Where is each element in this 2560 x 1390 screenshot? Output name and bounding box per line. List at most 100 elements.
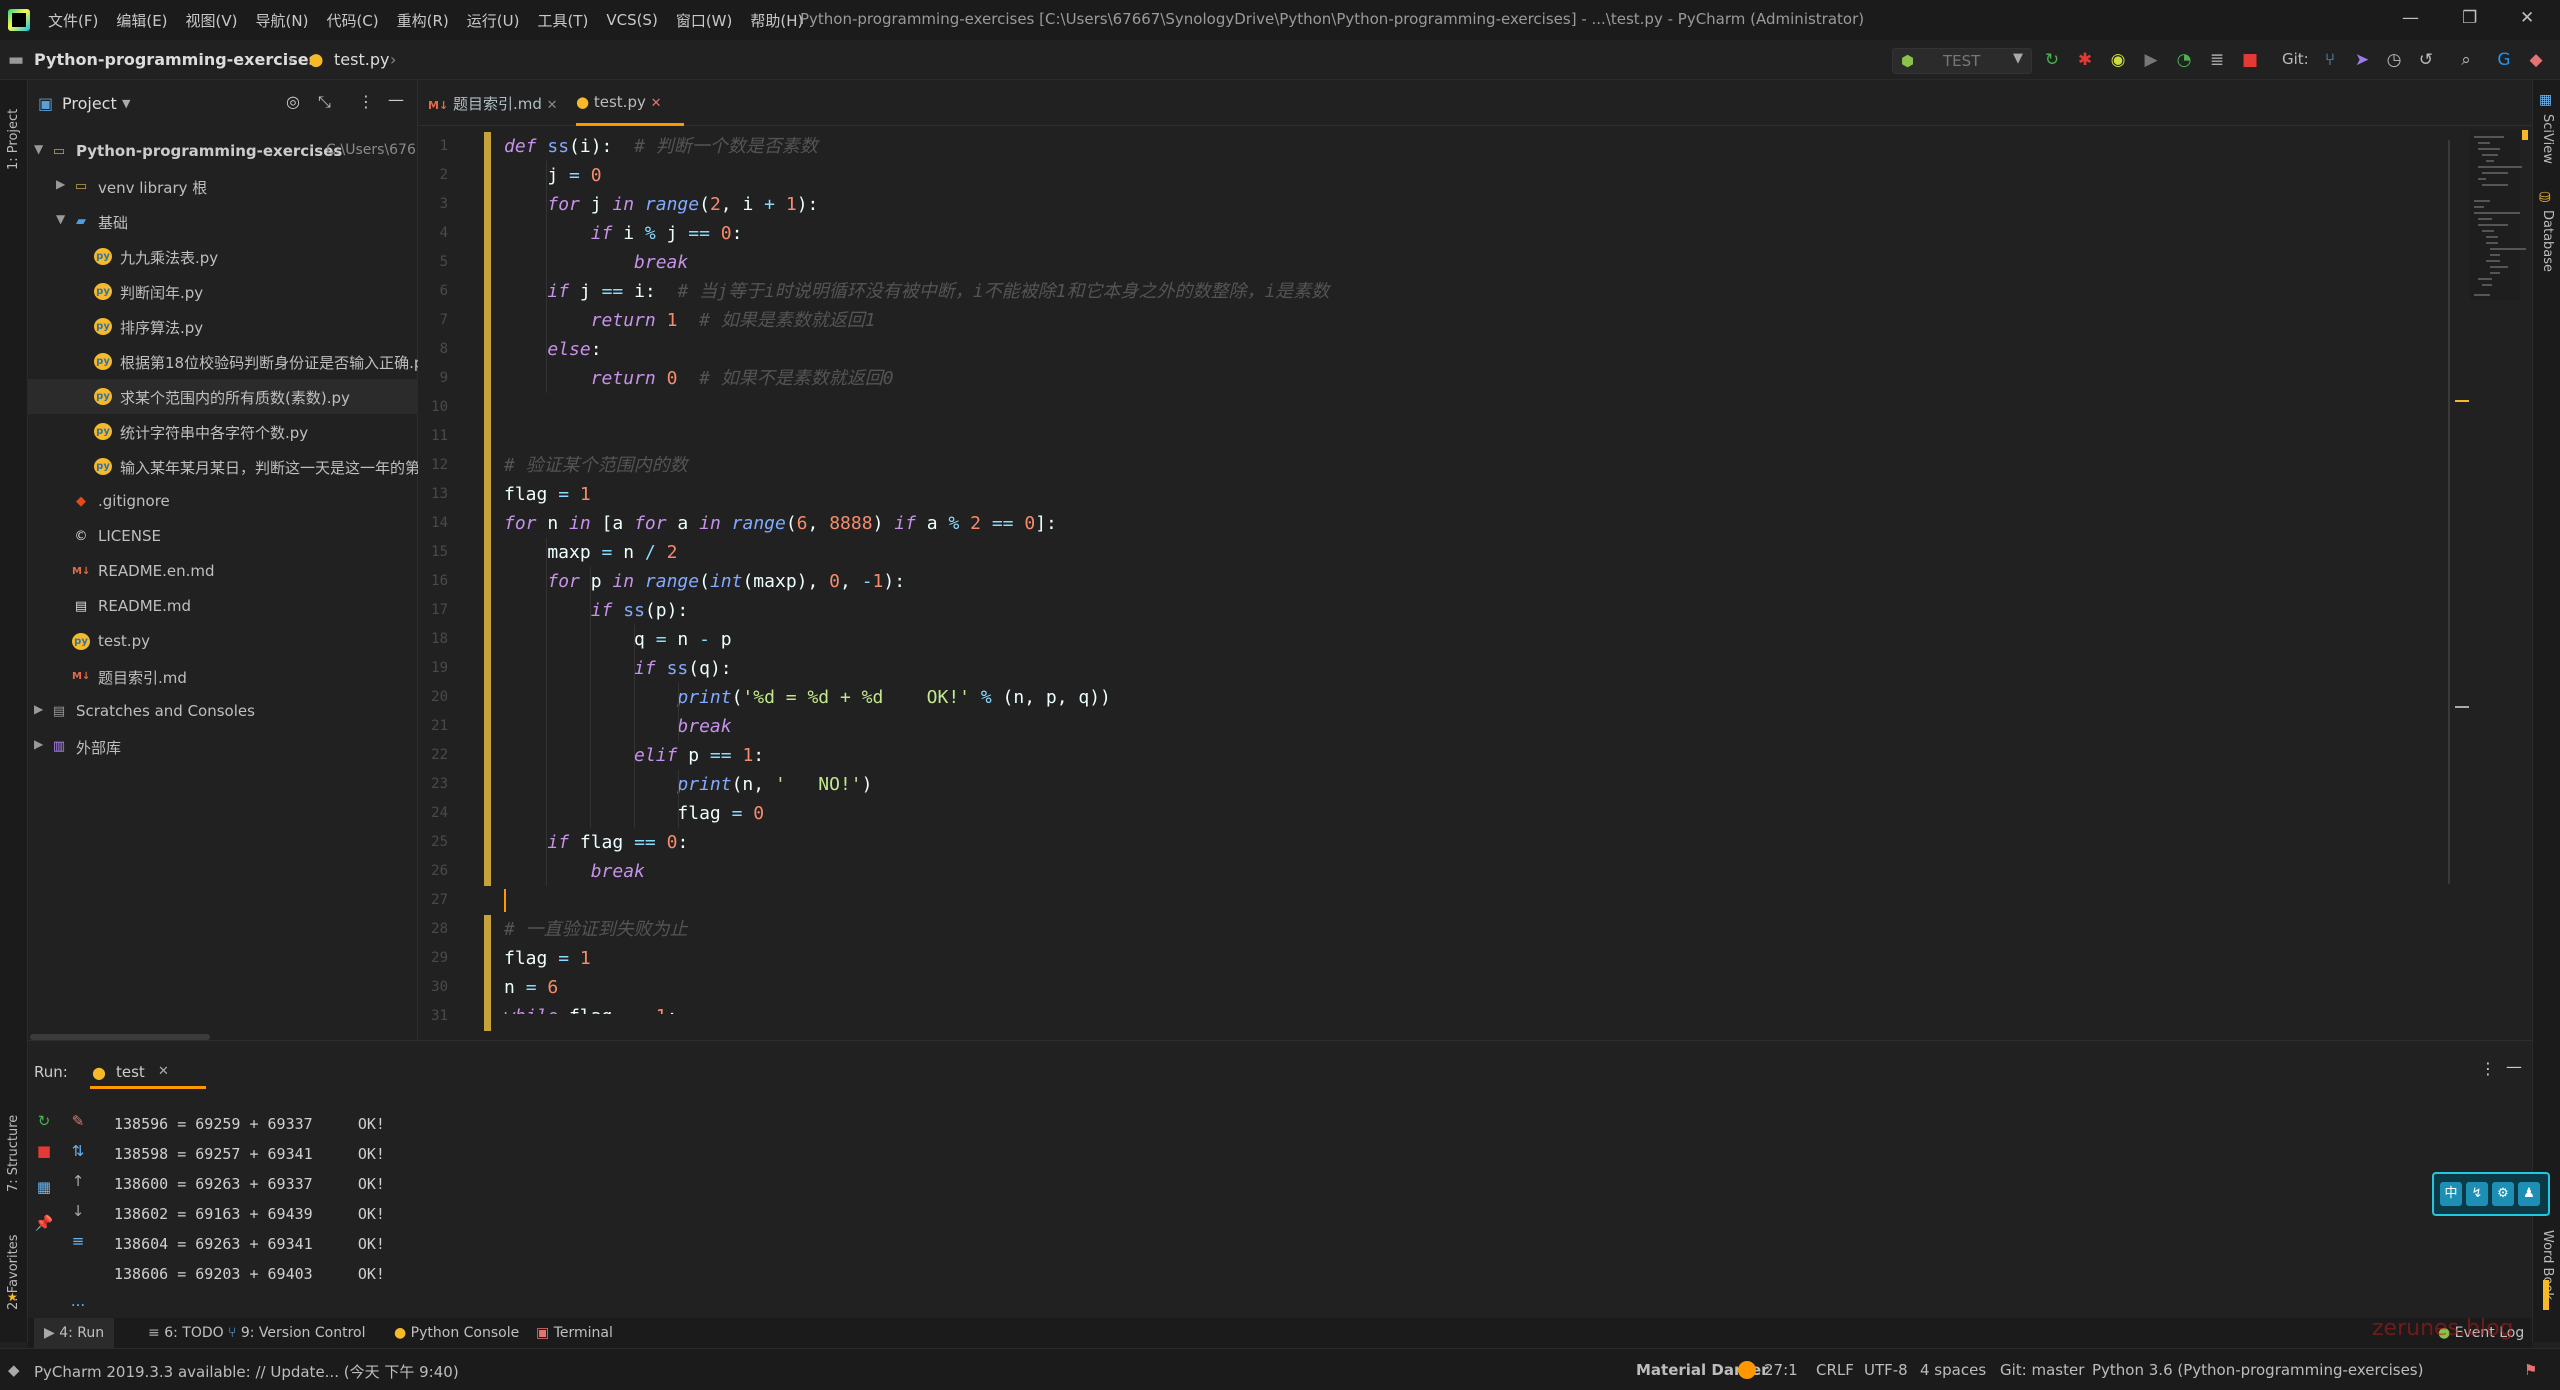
code-line[interactable]: # 一直验证到失败为止 <box>504 915 688 944</box>
breadcrumb-file[interactable]: test.py <box>334 50 389 69</box>
project-view-select[interactable]: Project <box>62 94 117 113</box>
tool-tab-run[interactable]: ▶ 4: Run <box>34 1318 115 1348</box>
tree-item-file[interactable]: M↓ README.en.md <box>28 554 418 589</box>
status-message[interactable]: PyCharm 2019.3.3 available: // Update...… <box>34 1361 459 1382</box>
tree-item-file[interactable]: py 排序算法.py <box>28 309 418 344</box>
code-line[interactable]: for p in range(int(maxp), 0, -1): <box>504 567 905 596</box>
tree-item-file[interactable]: py 九九乘法表.py <box>28 239 418 274</box>
code-line[interactable]: break <box>504 712 731 741</box>
code-line[interactable]: for j in range(2, i + 1): <box>504 190 818 219</box>
ime-settings-button[interactable]: ⚙ <box>2492 1182 2514 1206</box>
tree-item-basics-folder[interactable]: ▼ ▰ 基础 <box>28 204 418 239</box>
tool-window-sciview[interactable]: SciView <box>2540 114 2555 164</box>
minimize-button[interactable]: — <box>2402 8 2419 28</box>
collapse-all-icon[interactable]: ⤡ <box>318 92 331 112</box>
code-line[interactable]: else: <box>504 335 601 364</box>
sort-icon[interactable]: ⇅ <box>68 1141 88 1161</box>
ime-user-button[interactable]: ♟ <box>2518 1182 2540 1206</box>
soft-wrap-icon[interactable]: ≡ <box>68 1231 88 1251</box>
line-separator[interactable]: CRLF <box>1816 1361 1854 1379</box>
code-line[interactable]: for n in [a for a in range(6, 8888) if a… <box>504 509 1057 538</box>
close-tab-icon[interactable]: ✕ <box>547 98 558 113</box>
menu-edit[interactable]: 编辑(E) <box>116 10 167 31</box>
menu-run[interactable]: 运行(U) <box>467 10 520 31</box>
tool-window-database[interactable]: Database <box>2540 210 2555 272</box>
code-line[interactable]: break <box>504 857 645 886</box>
stop-icon[interactable]: ■ <box>2240 50 2260 70</box>
tool-tab-version-control[interactable]: ⑂ 9: Version Control <box>228 1325 365 1341</box>
editor-scrollbar[interactable] <box>2448 140 2450 884</box>
tree-item-file[interactable]: py 统计字符串中各字符个数.py <box>28 414 418 449</box>
lock-icon[interactable]: ⚑ <box>2524 1361 2537 1379</box>
tool-tab-terminal[interactable]: ▣ Terminal <box>536 1325 613 1341</box>
run-configuration-select[interactable]: ⬢ TEST ▼ <box>1892 48 2032 74</box>
run-icon[interactable]: ▶ <box>2141 50 2161 70</box>
profile-icon[interactable]: ◔ <box>2174 50 2194 70</box>
rerun-icon[interactable]: ↻ <box>34 1111 54 1131</box>
code-line[interactable]: if ss(q): <box>504 654 732 683</box>
rollback-icon[interactable]: ↺ <box>2416 50 2436 70</box>
code-line[interactable]: flag = 1 <box>504 480 591 509</box>
code-line[interactable]: j = 0 <box>504 161 601 190</box>
menu-file[interactable]: 文件(F) <box>48 10 98 31</box>
git-update-icon[interactable]: ⑂ <box>2320 50 2340 70</box>
indent-setting[interactable]: 4 spaces <box>1920 1361 1986 1379</box>
close-tab-icon[interactable]: ✕ <box>158 1064 169 1079</box>
tool-tab-todo[interactable]: ≡ 6: TODO <box>148 1325 224 1341</box>
code-line[interactable]: maxp = n / 2 <box>504 538 677 567</box>
tree-item-file[interactable]: py 判断闰年.py <box>28 274 418 309</box>
tree-item-venv[interactable]: ▶ ▭ venv library 根 <box>28 169 418 204</box>
code-line[interactable]: print('%d = %d + %d OK!' % (n, p, q)) <box>504 683 1111 712</box>
tree-item-file[interactable]: py test.py <box>28 624 418 659</box>
coverage-icon[interactable]: ◉ <box>2108 50 2128 70</box>
locate-icon[interactable]: ◎ <box>286 92 300 111</box>
translate-icon[interactable]: G <box>2494 50 2514 70</box>
tree-item-file[interactable]: © LICENSE <box>28 519 418 554</box>
code-line[interactable]: while flag == 1: <box>504 1002 677 1014</box>
run-tab-test[interactable]: ● test ✕ <box>90 1053 206 1089</box>
hide-panel-icon[interactable]: — <box>2506 1057 2522 1076</box>
down-arrow-icon[interactable]: ↓ <box>68 1201 88 1221</box>
more-options-icon[interactable]: ⋮ <box>358 92 374 111</box>
code-line[interactable]: print(n, ' NO!') <box>504 770 872 799</box>
debug-icon[interactable]: ✱ <box>2075 50 2095 70</box>
code-line[interactable]: q = n - p <box>504 625 732 654</box>
stop-icon[interactable]: ■ <box>34 1141 54 1161</box>
code-line[interactable]: if flag == 0: <box>504 828 688 857</box>
cursor-position[interactable]: 27:1 <box>1764 1361 1798 1379</box>
tab-test-py[interactable]: ● test.py ✕ <box>576 80 684 126</box>
menu-navigate[interactable]: 导航(N) <box>256 10 309 31</box>
python-interpreter[interactable]: Python 3.6 (Python-programming-exercises… <box>2092 1361 2423 1379</box>
tab-index-md[interactable]: M↓ 题目索引.md ✕ <box>428 80 568 126</box>
code-editor[interactable]: def ss(i): # 判断一个数是否素数 j = 0 for j in ra… <box>492 126 2502 1014</box>
restore-button[interactable]: ❐ <box>2462 8 2477 28</box>
code-line[interactable]: flag = 1 <box>504 944 591 973</box>
code-line[interactable]: return 1 # 如果是素数就返回1 <box>504 306 876 335</box>
tree-item-file[interactable]: M↓ 题目索引.md <box>28 659 418 694</box>
tree-item-file-selected[interactable]: py 求某个范围内的所有质数(素数).py <box>28 379 418 414</box>
ime-punct-button[interactable]: ↯ <box>2466 1182 2488 1206</box>
clear-icon[interactable]: ✎ <box>68 1111 88 1131</box>
menu-vcs[interactable]: VCS(S) <box>606 11 657 29</box>
code-line[interactable]: n = 6 <box>504 973 558 1002</box>
search-icon[interactable]: ⌕ <box>2456 50 2476 70</box>
layout-icon[interactable]: ▦ <box>34 1177 54 1197</box>
rerun-icon[interactable]: ↻ <box>2042 50 2062 70</box>
menu-code[interactable]: 代码(C) <box>326 10 378 31</box>
tree-item-external-libraries[interactable]: ▶ ▥ 外部库 <box>28 729 418 764</box>
breadcrumb-project[interactable]: Python-programming-exercises <box>34 50 318 69</box>
git-branch[interactable]: Git: master <box>2000 1361 2084 1379</box>
build-icon[interactable]: ≣ <box>2207 50 2227 70</box>
input-method-widget[interactable]: 中 ↯ ⚙ ♟ <box>2432 1172 2550 1216</box>
code-line[interactable]: # 验证某个范围内的数 <box>504 451 688 480</box>
tree-item-file[interactable]: ◆ .gitignore <box>28 484 418 519</box>
menu-tools[interactable]: 工具(T) <box>537 10 588 31</box>
code-line[interactable]: if j == i: # 当j等于i时说明循环没有被中断，i不能被除1和它本身之… <box>504 277 1329 306</box>
up-arrow-icon[interactable]: ↑ <box>68 1171 88 1191</box>
code-line[interactable]: break <box>504 248 688 277</box>
menu-refactor[interactable]: 重构(R) <box>397 10 449 31</box>
git-push-icon[interactable]: ➤ <box>2352 50 2372 70</box>
tree-item-file[interactable]: py 输入某年某月某日，判断这一天是这一年的第 <box>28 449 418 484</box>
code-line[interactable]: def ss(i): # 判断一个数是否素数 <box>504 132 818 161</box>
git-history-icon[interactable]: ◷ <box>2384 50 2404 70</box>
